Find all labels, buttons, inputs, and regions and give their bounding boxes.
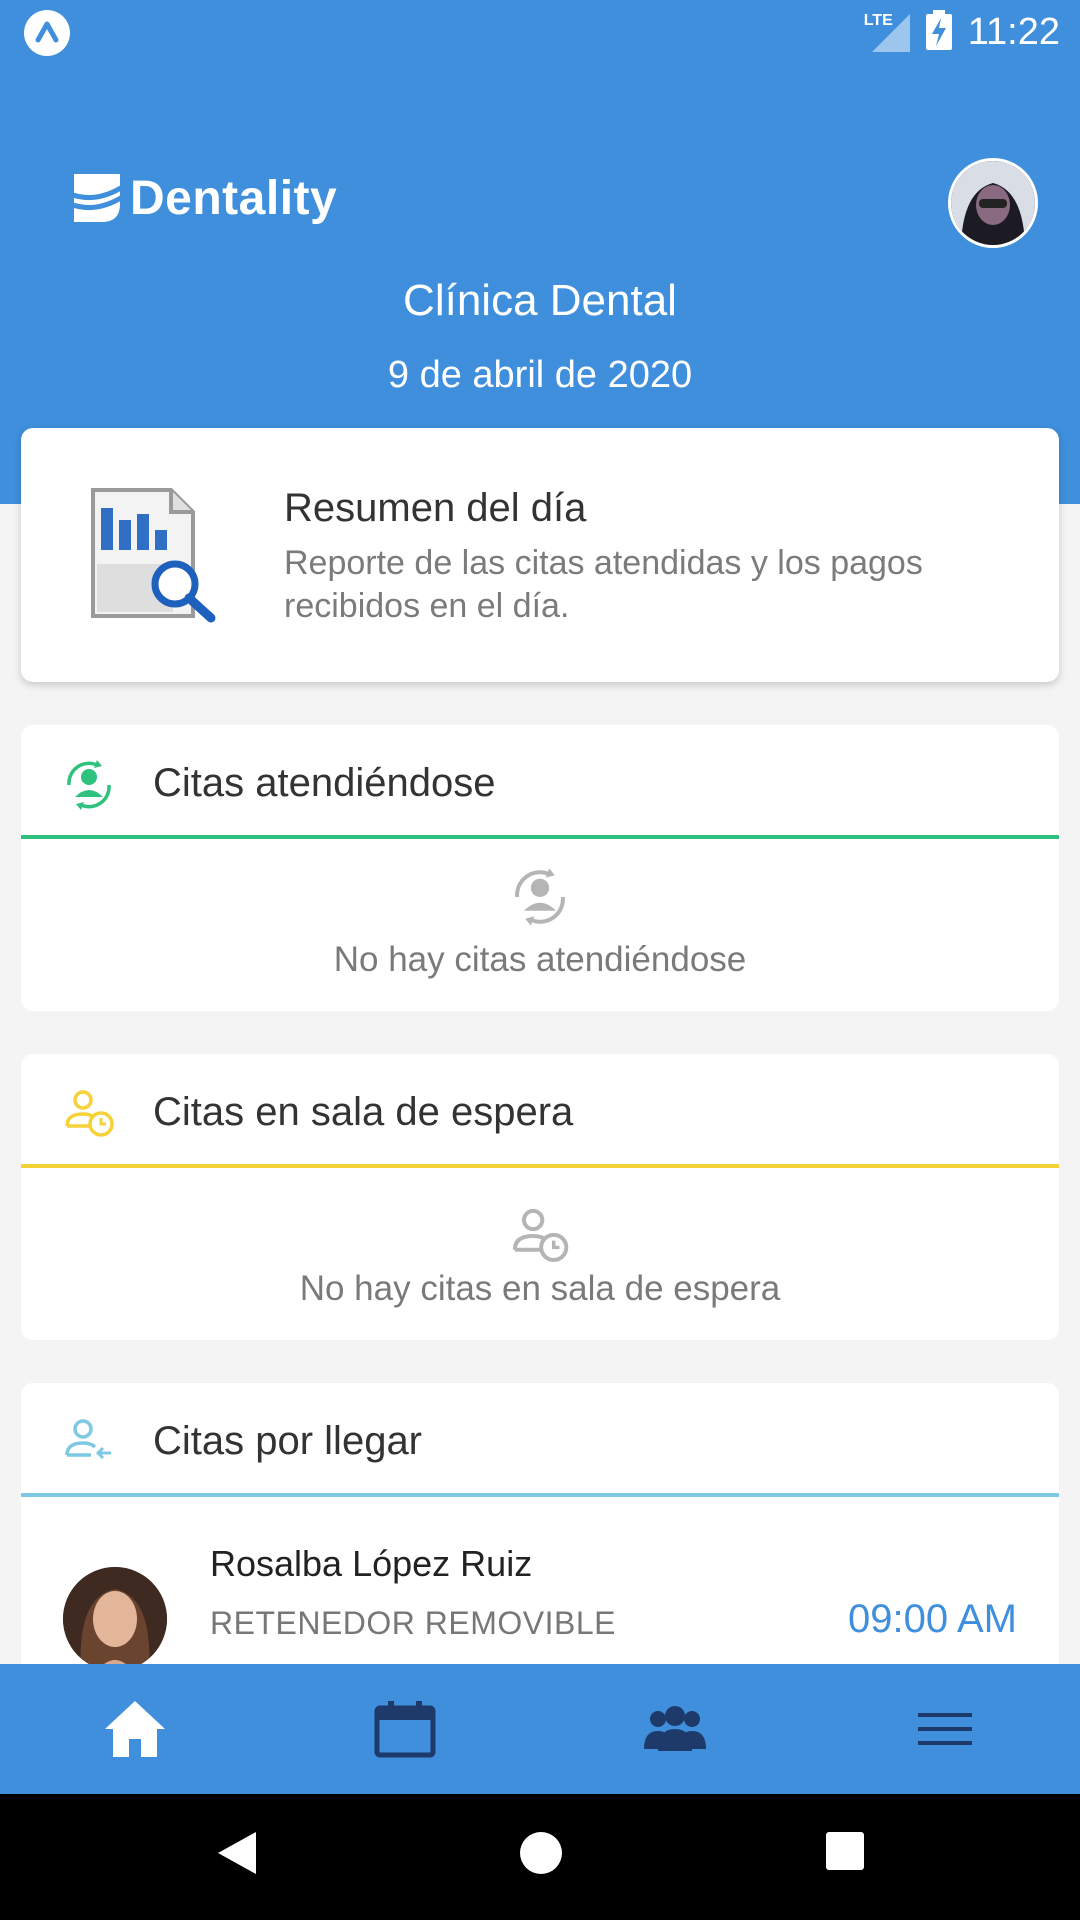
attending-section: Citas atendiéndose No hay citas atendién… — [21, 725, 1059, 1011]
attending-divider — [21, 835, 1059, 839]
waiting-room-divider — [21, 1164, 1059, 1168]
system-nav-bar — [0, 1794, 1080, 1920]
bottom-nav — [0, 1664, 1080, 1794]
menu-icon[interactable] — [910, 1694, 980, 1764]
home-circle-icon[interactable] — [518, 1830, 564, 1881]
patient-name: Rosalba López Ruiz — [210, 1543, 533, 1584]
battery-charging-icon — [925, 9, 952, 55]
day-summary-card[interactable]: Resumen del día Reporte de las citas ate… — [21, 428, 1059, 682]
signal-icon: LTE — [864, 12, 910, 52]
tooth-logo-icon — [69, 174, 126, 222]
recents-icon[interactable] — [824, 1830, 866, 1877]
user-avatar[interactable] — [948, 158, 1038, 248]
attending-section-header[interactable]: Citas atendiéndose — [21, 725, 1059, 835]
current-date: 9 de abril de 2020 — [387, 354, 693, 396]
attending-title: Citas atendiéndose — [153, 761, 496, 805]
summary-title: Resumen del día — [284, 486, 587, 530]
arriving-section-header[interactable]: Citas por llegar — [21, 1383, 1059, 1493]
waiting-room-title: Citas en sala de espera — [153, 1090, 574, 1134]
patient-avatar — [63, 1567, 167, 1671]
waiting-room-section-header[interactable]: Citas en sala de espera — [21, 1054, 1059, 1164]
clinic-name: Clínica Dental — [403, 276, 677, 325]
waiting-room-empty-icon — [508, 1204, 572, 1273]
treatment-type: RETENEDOR REMOVIBLE — [210, 1605, 617, 1641]
waiting-room-section: Citas en sala de espera No hay citas en … — [21, 1054, 1059, 1340]
home-icon[interactable] — [100, 1694, 170, 1764]
patients-icon[interactable] — [640, 1694, 710, 1764]
patient-clock-icon — [61, 1086, 117, 1147]
back-icon[interactable] — [216, 1830, 258, 1881]
app-indicator-icon — [24, 10, 70, 56]
summary-description: Reporte de las citas atendidas y los pag… — [284, 544, 923, 625]
attending-empty-text: No hay citas atendiéndose — [333, 940, 747, 979]
attending-empty-icon — [508, 865, 572, 934]
arriving-title: Citas por llegar — [153, 1419, 423, 1463]
app-logo: Dentality — [66, 170, 337, 226]
calendar-icon[interactable] — [370, 1694, 440, 1764]
status-time: 11:22 — [967, 10, 1060, 53]
patient-arrive-icon — [61, 1415, 117, 1476]
report-search-icon — [83, 488, 223, 633]
logo-text: Dentality — [130, 171, 338, 225]
appointment-time: 09:00 AM — [847, 1597, 1017, 1641]
patient-rotate-icon — [61, 757, 117, 818]
waiting-room-empty-text: No hay citas en sala de espera — [299, 1269, 781, 1308]
status-bar: LTE 11:22 — [0, 0, 1080, 64]
